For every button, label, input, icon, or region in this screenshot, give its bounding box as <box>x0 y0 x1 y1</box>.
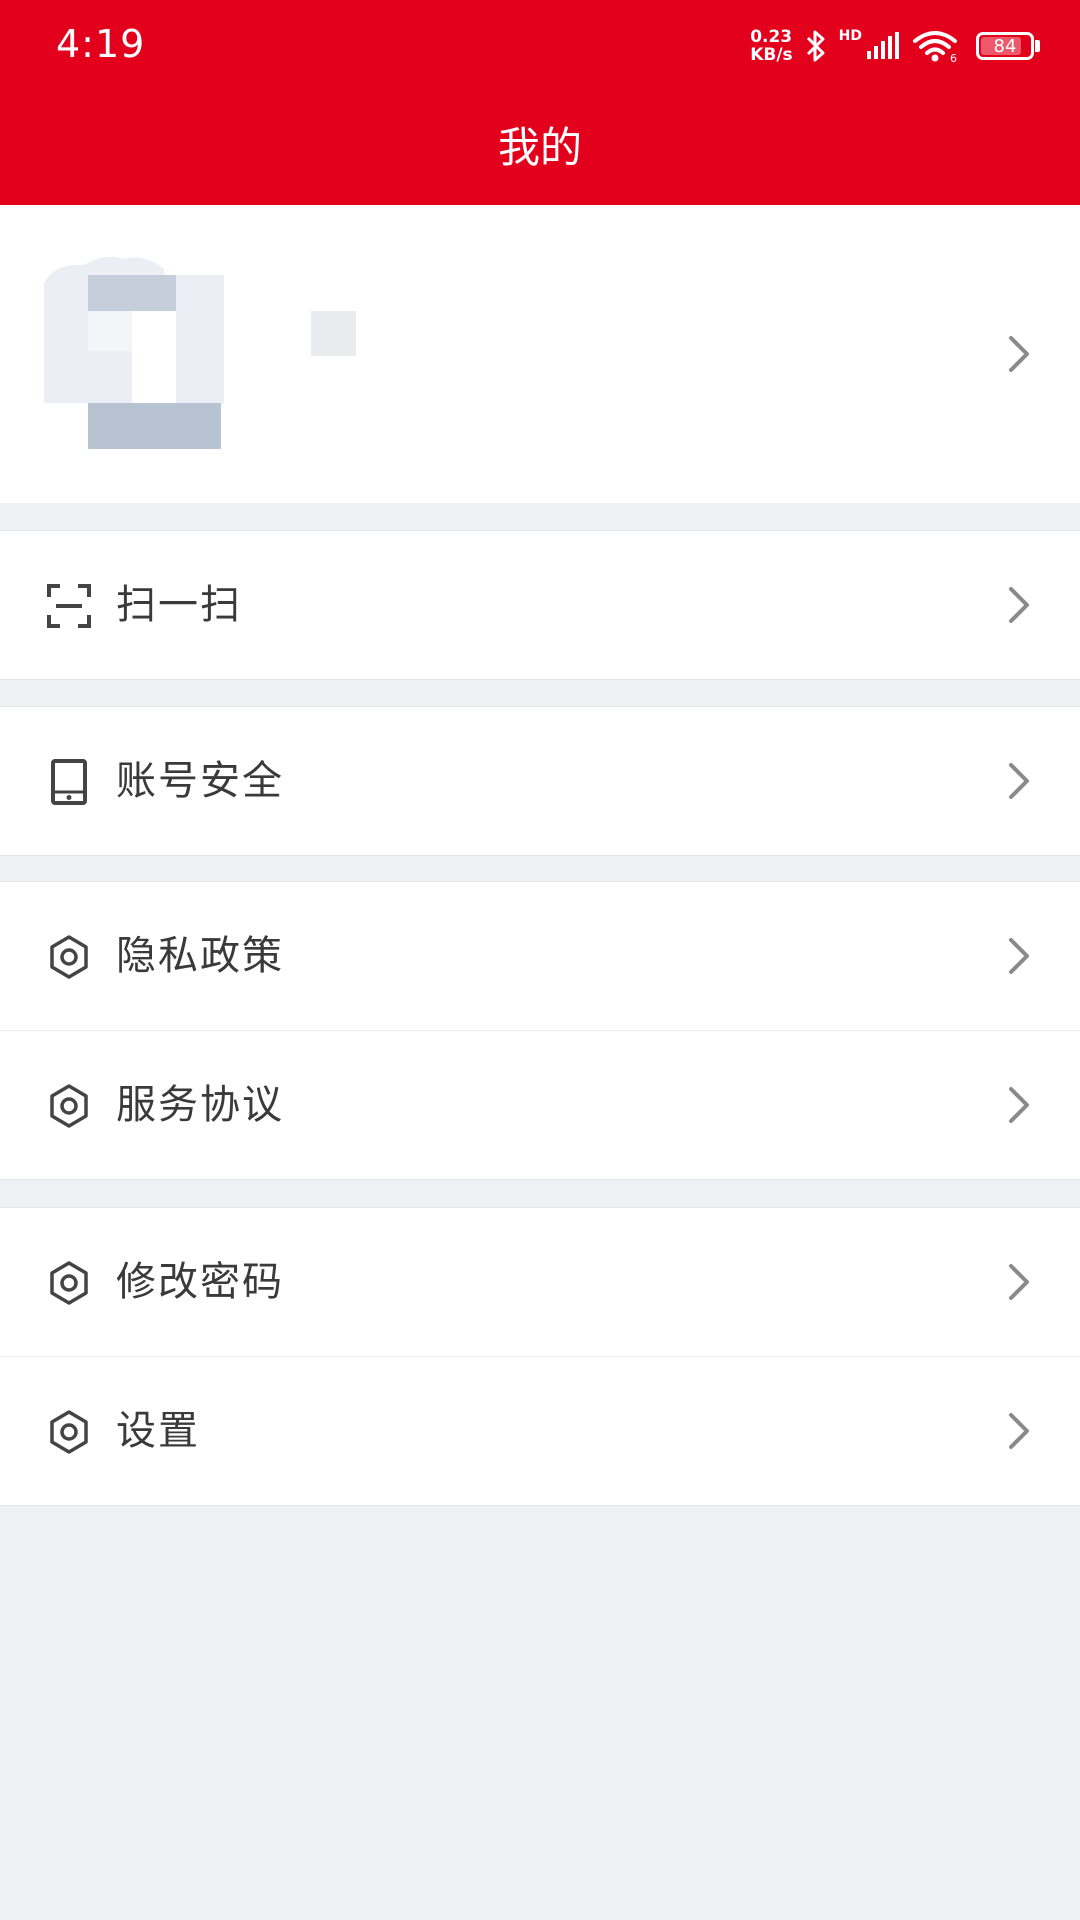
chevron-right-icon <box>1009 1413 1029 1449</box>
menu-item-service-agreement[interactable]: 服务协议 <box>0 1030 1080 1179</box>
menu-item-label: 服务协议 <box>116 1082 284 1128</box>
cellular-signal-icon <box>867 32 899 59</box>
profile-card-shadow <box>0 503 1080 533</box>
profile-card[interactable] <box>0 205 1080 503</box>
gear-icon <box>50 1410 88 1454</box>
page-title: 我的 <box>497 123 582 172</box>
battery-tip <box>1035 40 1040 52</box>
status-icons: 0.23 KB/s HD 6 84 <box>750 24 1040 68</box>
menu-item-label: 设置 <box>116 1408 200 1454</box>
menu-item-privacy-policy[interactable]: 隐私政策 <box>0 882 1080 1030</box>
gear-icon <box>50 1261 88 1305</box>
network-speed-value: 0.23 <box>750 27 793 47</box>
my-page: 4:19 0.23 KB/s HD 6 84 我的 扫一扫 账号安全 隐私政策 … <box>0 0 1080 1920</box>
hd-label: HD <box>838 28 862 44</box>
gear-icon <box>50 935 88 979</box>
network-speed: 0.23 KB/s <box>750 28 792 64</box>
header-bar: 4:19 0.23 KB/s HD 6 84 我的 <box>0 0 1080 205</box>
wifi-icon: 6 <box>913 31 957 63</box>
tablet-icon <box>51 759 87 805</box>
menu-group-policies: 隐私政策 服务协议 <box>0 881 1080 1180</box>
network-speed-unit: KB/s <box>750 45 793 65</box>
gear-icon <box>50 1084 88 1128</box>
user-name <box>311 311 356 356</box>
chevron-right-icon <box>1009 938 1029 974</box>
wifi-badge: 6 <box>950 52 957 63</box>
menu-item-change-password[interactable]: 修改密码 <box>0 1208 1080 1356</box>
scan-icon <box>47 584 91 628</box>
chevron-right-icon <box>1009 1264 1029 1300</box>
menu-group-account: 账号安全 <box>0 706 1080 856</box>
chevron-right-icon <box>1009 587 1029 623</box>
status-bar: 4:19 0.23 KB/s HD 6 84 <box>0 0 1080 92</box>
battery-level-text: 84 <box>993 35 1017 57</box>
chevron-right-icon <box>1009 1087 1029 1123</box>
status-time: 4:19 <box>56 22 146 66</box>
menu-group-account-settings: 修改密码 设置 <box>0 1207 1080 1506</box>
menu-item-label: 账号安全 <box>116 758 284 804</box>
chevron-right-icon <box>1009 336 1029 372</box>
menu-item-label: 隐私政策 <box>116 933 284 979</box>
avatar[interactable] <box>44 253 224 453</box>
menu-item-scan[interactable]: 扫一扫 <box>0 531 1080 679</box>
bluetooth-icon <box>806 30 825 62</box>
menu-item-settings[interactable]: 设置 <box>0 1356 1080 1505</box>
menu-item-label: 扫一扫 <box>116 582 242 628</box>
menu-item-account-security[interactable]: 账号安全 <box>0 707 1080 855</box>
battery-indicator: 84 <box>976 32 1034 60</box>
chevron-right-icon <box>1009 763 1029 799</box>
menu-group-scan: 扫一扫 <box>0 530 1080 680</box>
menu-item-label: 修改密码 <box>116 1259 284 1305</box>
